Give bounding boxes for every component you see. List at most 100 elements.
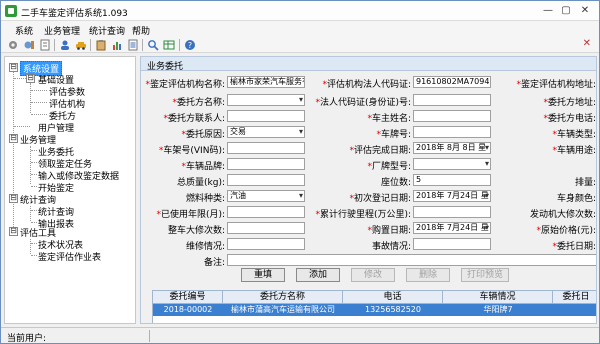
- minimize-icon[interactable]: —: [540, 4, 556, 18]
- tree-toggle[interactable]: ⊟: [9, 227, 18, 236]
- seats-field[interactable]: 5: [413, 174, 491, 186]
- org-name-field[interactable]: 榆林市家荣汽车服务有: [227, 76, 305, 88]
- client-contact-field[interactable]: [227, 110, 305, 122]
- add-button[interactable]: 添加: [296, 268, 340, 282]
- user-icon[interactable]: [59, 39, 71, 51]
- edit-button[interactable]: 修改: [351, 268, 395, 282]
- purchase-date-label: *购置日期:: [367, 226, 411, 236]
- toolbar-separator: [179, 39, 180, 51]
- grid-cell-date: [553, 304, 596, 316]
- delete-button[interactable]: 删除: [406, 268, 450, 282]
- tree-item-eval-worksheet[interactable]: 鉴定评估作业表: [38, 250, 101, 263]
- grid-header: 委托编号 委托方名称 电话 车辆情况 委托日: [153, 291, 596, 304]
- search-icon[interactable]: [147, 39, 159, 51]
- usage-label: *车辆用途:: [552, 146, 596, 156]
- owner-name-field[interactable]: [413, 110, 491, 122]
- seats-label: 座位数:: [380, 178, 411, 188]
- tree-line: [31, 90, 47, 91]
- legal-cert-label: *评估机构法人代码证:: [322, 80, 411, 90]
- eval-date-label: *评估完成日期:: [349, 146, 411, 156]
- grid-col-id[interactable]: 委托编号: [153, 291, 223, 304]
- legal-id-field[interactable]: [413, 94, 491, 106]
- table-icon[interactable]: [163, 39, 175, 51]
- grid-cell-vehicle: 华阳牌7: [483, 305, 513, 314]
- client-name-dropdown[interactable]: [227, 94, 305, 106]
- curb-weight-field[interactable]: [227, 174, 305, 186]
- used-months-field[interactable]: [227, 206, 305, 218]
- tree-toggle[interactable]: ⊟: [9, 194, 18, 203]
- reset-button[interactable]: 重填: [241, 268, 285, 282]
- tree-line: [30, 206, 31, 221]
- tree-toggle[interactable]: ⊟: [26, 74, 35, 83]
- menu-help[interactable]: 帮助: [132, 24, 150, 37]
- entrust-date-label: *委托日期:: [552, 242, 596, 252]
- help-icon[interactable]: ?: [184, 39, 196, 51]
- plate-label: *车牌号:: [376, 130, 411, 140]
- current-user-label: 当前用户:: [7, 334, 47, 344]
- grid-col-date[interactable]: 委托日: [553, 291, 596, 304]
- brand-label: *车辆品牌:: [181, 162, 225, 172]
- toolbar-separator: [142, 39, 143, 51]
- model-dropdown[interactable]: [413, 158, 491, 170]
- print-preview-button[interactable]: 打印预览: [461, 268, 509, 282]
- entrust-panel: 业务委托 *鉴定评估机构名称: 榆林市家荣汽车服务有 *评估机构法人代码证: 9…: [140, 56, 597, 324]
- table-row[interactable]: 2018-00002 榆林市蒲高汽车运输有限公司 13256582520 华阳牌…: [153, 304, 596, 316]
- grid-col-client[interactable]: 委托方名称: [223, 291, 343, 304]
- plate-field[interactable]: [413, 126, 491, 138]
- remarks-field[interactable]: [227, 254, 596, 266]
- mileage-field[interactable]: [413, 206, 491, 218]
- reason-dropdown[interactable]: 交易: [227, 126, 305, 138]
- reg-date-picker[interactable]: 2018年 7月24日 星: [413, 190, 491, 202]
- restore-icon[interactable]: ▢: [558, 4, 574, 18]
- tree-line: [31, 162, 37, 163]
- vin-label: *车架号(VIN码):: [158, 146, 225, 156]
- menu-statistics[interactable]: 统计查询: [89, 24, 125, 37]
- gear-icon[interactable]: [7, 39, 19, 51]
- settings-icon[interactable]: [23, 39, 35, 51]
- body-repairs-field[interactable]: [227, 222, 305, 234]
- svg-text:?: ?: [188, 41, 192, 50]
- menu-system[interactable]: 系统: [15, 24, 33, 37]
- app-icon: [5, 5, 17, 17]
- legal-id-label: *法人代码证(身份证)号:: [315, 98, 411, 108]
- grid-col-phone[interactable]: 电话: [343, 291, 443, 304]
- close-panel-icon[interactable]: ✕: [583, 38, 591, 49]
- document-icon[interactable]: [39, 39, 51, 51]
- tree-line: [31, 222, 37, 223]
- toolbar-separator: [90, 39, 91, 51]
- brand-field[interactable]: [227, 158, 305, 170]
- curb-weight-label: 总质量(kg):: [177, 178, 225, 188]
- clipboard-icon[interactable]: [95, 39, 107, 51]
- displacement-label: 排量:: [574, 178, 596, 188]
- maintenance-field[interactable]: [227, 238, 305, 250]
- close-icon[interactable]: ✕: [577, 4, 593, 18]
- reason-label: *委托原因:: [181, 130, 225, 140]
- orig-price-label: *原始价格(元):: [536, 226, 596, 236]
- eval-date-picker[interactable]: 2018年 8月 8日 星: [413, 142, 491, 154]
- client-contact-label: *委托方联系人:: [163, 114, 225, 124]
- toolbar-separator: [54, 39, 55, 51]
- legal-cert-field[interactable]: 91610802MA7094H494: [413, 76, 491, 88]
- menu-business[interactable]: 业务管理: [44, 24, 80, 37]
- grid-cell-client: 榆林市蒲高汽车运输有限公司: [231, 305, 335, 314]
- navigation-tree: ⊟ 系统设置 ⊟ 基础设置 评估参数 评估机构 委托方 用户管理 ⊟ 业务管理 …: [4, 56, 136, 324]
- vin-field[interactable]: [227, 142, 305, 154]
- grid-cell-phone: 13256582520: [365, 305, 421, 314]
- tree-toggle[interactable]: ⊟: [9, 134, 18, 143]
- car-icon[interactable]: [75, 39, 87, 51]
- tree-line: [31, 210, 37, 211]
- maintenance-label: 维修情况:: [185, 242, 225, 252]
- purchase-date-picker[interactable]: 2018年 7月24日 星: [413, 222, 491, 234]
- menu-bar: 系统 业务管理 统计查询 帮助: [1, 21, 599, 37]
- tree-line: [31, 150, 37, 151]
- grid-col-vehicle[interactable]: 车辆情况: [443, 291, 553, 304]
- accidents-field[interactable]: [413, 238, 491, 250]
- chart-icon[interactable]: [111, 39, 123, 51]
- fuel-dropdown[interactable]: 汽油: [227, 190, 305, 202]
- tree-line: [30, 239, 31, 254]
- list-icon[interactable]: [127, 39, 139, 51]
- title-bar: 二手车鉴定评估系统1.093 — ▢ ✕: [1, 1, 599, 21]
- org-name-label: *鉴定评估机构名称:: [145, 80, 225, 90]
- tree-toggle[interactable]: ⊟: [9, 63, 18, 72]
- reg-date-label: *初次登记日期:: [349, 194, 411, 204]
